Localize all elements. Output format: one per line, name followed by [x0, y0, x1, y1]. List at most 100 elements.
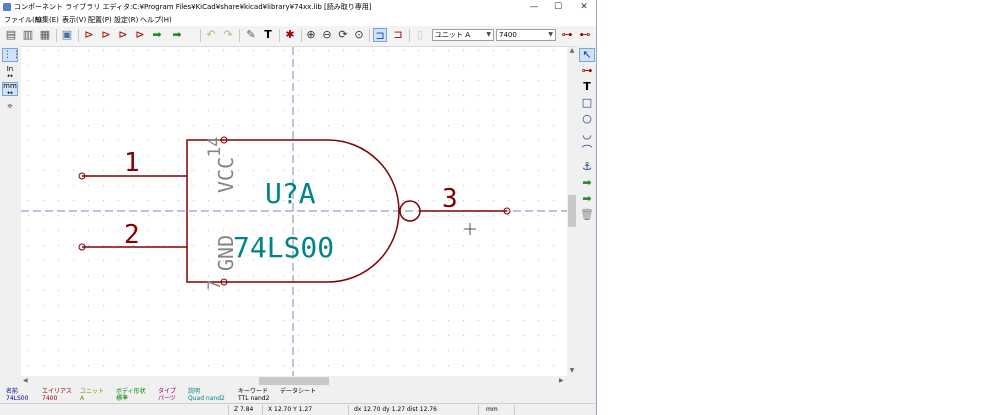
unit-select-value: ユニット A — [435, 31, 471, 39]
mm-units-button[interactable]: mm ↔ — [2, 82, 18, 97]
datasheet-icon[interactable]: ▯ — [413, 28, 427, 42]
vertical-scrollbar[interactable]: ▲ ▼ — [567, 47, 577, 376]
pin-3-number: 3 — [442, 184, 458, 214]
scroll-up-icon[interactable]: ▲ — [567, 47, 577, 54]
status-bar: Z 7.84 X 12.70 Y 1.27 dx 12.70 dy 1.27 d… — [0, 403, 596, 415]
main-toolbar: ▤ ▥ ▦ ▣ ⊳ ⊳ ⊳ ⊳ ➡ ➡ ↶ ↷ ✎ T ✱ ⊕ ⊖ ⟳ ⊙ ⊐ … — [0, 26, 596, 47]
maximize-button[interactable]: ☐ — [548, 0, 568, 14]
redraw-icon[interactable]: ⟳ — [336, 28, 350, 42]
copy-component-icon[interactable]: ⊳ — [116, 28, 130, 42]
msg-name-value: 74LS00 — [6, 395, 29, 402]
msg-name-label: 名前 — [6, 388, 19, 395]
scroll-down-icon[interactable]: ▼ — [567, 367, 577, 374]
properties-icon[interactable]: ✎ — [244, 28, 258, 42]
msg-keywords-label: キーワード — [238, 388, 269, 395]
status-cursor-position: X 12.70 Y 1.27 — [268, 406, 313, 413]
load-library-icon[interactable]: ▦ — [38, 28, 52, 42]
window-title: コンポーネント ライブラリ エディタ:C:¥Program Files¥KiCa… — [14, 3, 372, 11]
status-relative-position: dx 12.70 dy 1.27 dist 12.76 — [354, 406, 437, 413]
alias-select-value: 7400 — [499, 31, 517, 39]
title-bar: コンポーネント ライブラリ エディタ:C:¥Program Files¥KiCa… — [0, 0, 596, 14]
inch-units-button[interactable]: In ↔ — [2, 66, 18, 80]
msg-unit-value: A — [80, 395, 85, 402]
status-units: mm — [486, 406, 498, 413]
pin-1-number: 1 — [124, 148, 140, 178]
value-field[interactable]: 74LS00 — [233, 231, 334, 264]
pin-2-number: 2 — [124, 220, 140, 250]
anchor-icon[interactable]: ⚓ — [579, 160, 595, 174]
import-icon[interactable]: ➡ — [150, 28, 164, 42]
add-text-icon[interactable]: T — [579, 80, 595, 94]
msg-description-value: Quad nand2 — [188, 395, 225, 402]
pin-vcc-number: 14 — [205, 137, 225, 157]
edit-pin-icon[interactable]: ⊷ — [578, 28, 592, 42]
drawing-canvas[interactable]: 1 2 3 VCC 14 GND 7 U?A 74LS00 — [21, 47, 567, 376]
msg-body-style-value: 標準 — [116, 395, 129, 402]
left-toolbar: ⋮⋮ In ↔ mm ↔ ⌖ — [0, 46, 21, 376]
export-icon[interactable]: ➡ — [170, 28, 184, 42]
zoom-fit-icon[interactable]: ⊙ — [352, 28, 366, 42]
menu-bar: ファイル(F) 編集(E) 表示(V) 配置(P) 設定(R) ヘルプ(H) — [0, 14, 596, 26]
cursor-shape-icon[interactable]: ⌖ — [2, 100, 18, 114]
grid-toggle-icon[interactable]: ⋮⋮ — [2, 48, 21, 62]
add-arc-icon[interactable]: ◡ — [579, 128, 595, 142]
msg-alias-value: 7400 — [42, 395, 58, 402]
library-editor-window: コンポーネント ライブラリ エディタ:C:¥Program Files¥KiCa… — [0, 0, 597, 415]
normal-convert-icon[interactable]: ⊐ — [373, 28, 387, 42]
msg-type-value: パーツ — [158, 395, 176, 402]
menu-edit[interactable]: 編集(E) — [35, 15, 59, 25]
arrow-icon: ↔ — [7, 89, 13, 97]
chevron-down-icon: ▼ — [486, 31, 491, 38]
unit-select[interactable]: ユニット A ▼ — [432, 29, 494, 41]
menu-place[interactable]: 配置(P) — [88, 15, 112, 25]
delete-icon[interactable]: 🗑 — [579, 208, 595, 222]
import-shape-icon[interactable]: ➡ — [579, 176, 595, 190]
add-pin-icon[interactable]: ⊶ — [579, 64, 595, 78]
horizontal-scrollbar[interactable]: ◀ ▶ — [21, 376, 567, 386]
close-button[interactable]: ✕ — [574, 0, 594, 14]
status-zoom: Z 7.84 — [234, 406, 254, 413]
alias-select[interactable]: 7400 ▼ — [496, 29, 556, 41]
menu-view[interactable]: 表示(V) — [62, 15, 86, 25]
undo-icon[interactable]: ↶ — [204, 28, 218, 42]
msg-body-style-label: ボディ形状 — [116, 388, 146, 395]
arrow-icon: ↔ — [7, 72, 13, 80]
check-icon[interactable]: ✱ — [283, 28, 297, 42]
load-component-icon[interactable]: ⊳ — [99, 28, 113, 42]
reference-field[interactable]: U?A — [265, 177, 316, 210]
message-panel: 名前 74LS00 エイリアス 7400 ユニット A ボディ形状 標準 タイプ… — [0, 387, 596, 403]
minimize-button[interactable]: — — [524, 0, 544, 14]
horizontal-scroll-thumb[interactable] — [259, 377, 329, 385]
menu-help[interactable]: ヘルプ(H) — [140, 15, 172, 25]
new-component-icon[interactable]: ⊳ — [82, 28, 96, 42]
text-fields-icon[interactable]: T — [261, 28, 275, 42]
menu-preferences[interactable]: 設定(R) — [114, 15, 138, 25]
scroll-left-icon[interactable]: ◀ — [23, 376, 28, 386]
right-toolbar: ↖ ⊶ T □ ○ ◡ ⌒ ⚓ ➡ ➡ 🗑 — [577, 46, 596, 386]
save-component-icon[interactable]: ⊳ — [133, 28, 147, 42]
redo-icon[interactable]: ↷ — [221, 28, 235, 42]
add-polyline-icon[interactable]: ⌒ — [579, 144, 595, 158]
export-shape-icon[interactable]: ➡ — [579, 192, 595, 206]
msg-description-label: 説明 — [188, 388, 201, 395]
select-library-icon[interactable]: ▤ — [4, 28, 18, 42]
app-icon — [3, 3, 11, 11]
library-browser-icon[interactable]: ▣ — [60, 28, 74, 42]
zoom-out-icon[interactable]: ⊖ — [320, 28, 334, 42]
pin-vcc-name: VCC — [214, 157, 238, 193]
scroll-right-icon[interactable]: ▶ — [559, 376, 564, 386]
msg-unit-label: ユニット — [80, 388, 105, 395]
add-circle-icon[interactable]: ○ — [579, 112, 595, 126]
demorgan-convert-icon[interactable]: ⊐ — [391, 28, 405, 42]
pin-gnd-number: 7 — [205, 280, 225, 290]
vertical-scroll-thumb[interactable] — [568, 195, 576, 227]
chevron-down-icon: ▼ — [548, 31, 553, 38]
symbol-drawing: 1 2 3 VCC 14 GND 7 U?A 74LS00 — [21, 47, 567, 376]
zoom-in-icon[interactable]: ⊕ — [304, 28, 318, 42]
add-rectangle-icon[interactable]: □ — [579, 96, 595, 110]
save-library-icon[interactable]: ▥ — [21, 28, 35, 42]
msg-datasheet-label: データシート — [280, 388, 317, 395]
msg-type-label: タイプ — [158, 388, 177, 395]
pin-table-icon[interactable]: ⊶ — [560, 28, 574, 42]
select-arrow-icon[interactable]: ↖ — [579, 48, 595, 62]
